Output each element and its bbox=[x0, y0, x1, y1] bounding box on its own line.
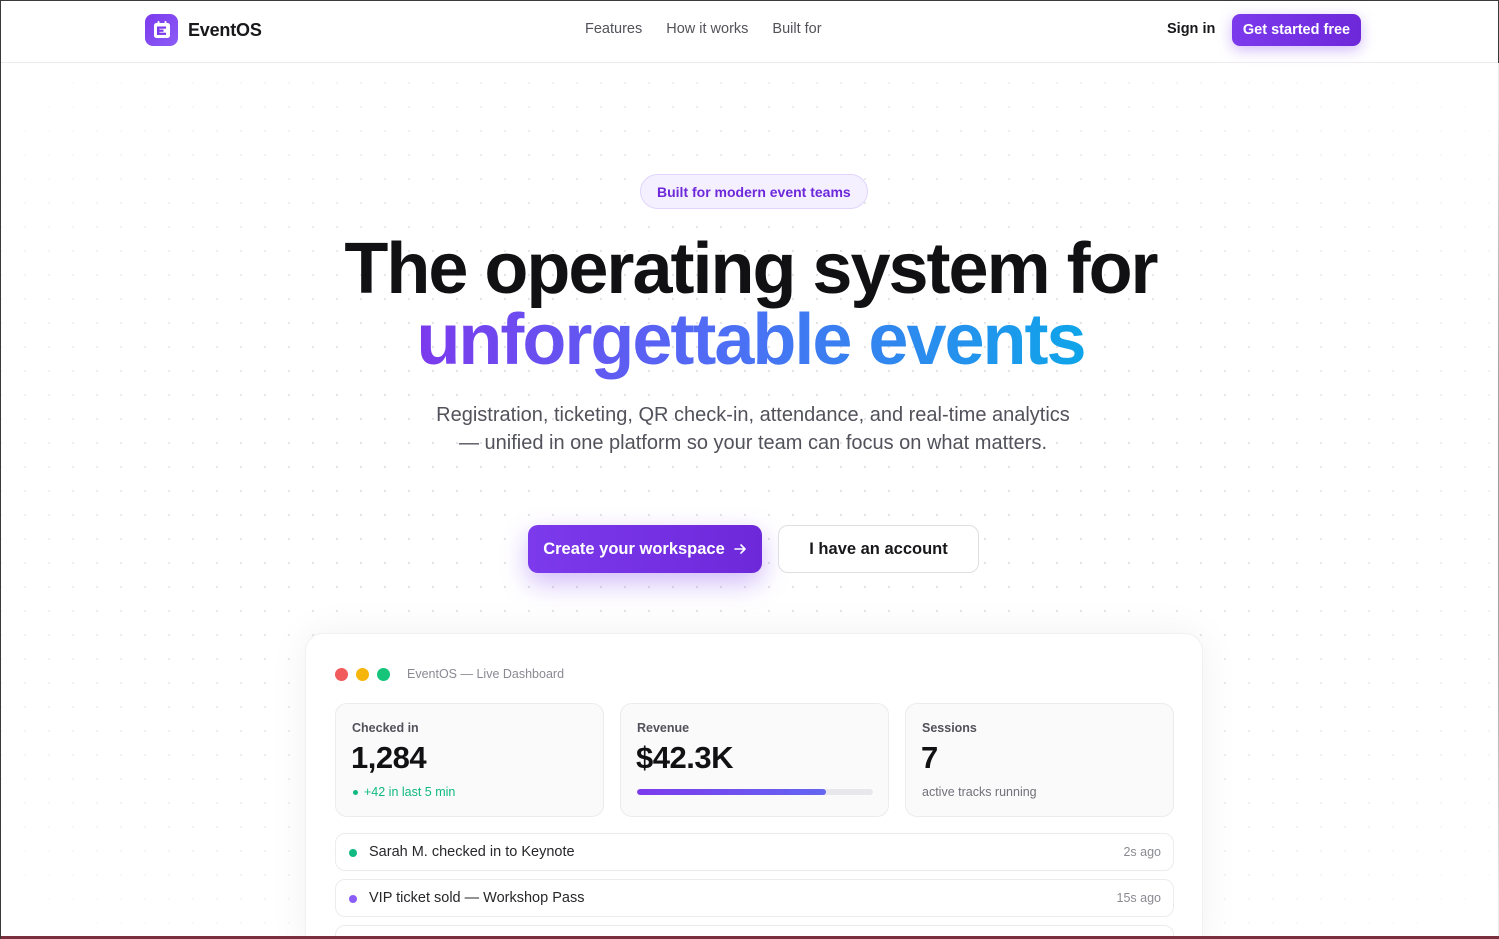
hero-title-line2: unforgettable events bbox=[1, 304, 1499, 376]
activity-feed-item: Sarah M. checked in to Keynote 2s ago bbox=[335, 833, 1174, 871]
card-note: active tracks running bbox=[922, 785, 1037, 799]
hero-subtitle: Registration, ticketing, QR check-in, at… bbox=[436, 404, 1070, 454]
nav-link-how-it-works[interactable]: How it works bbox=[666, 21, 748, 37]
window-maximize-dot bbox=[377, 668, 390, 681]
card-note: +42 in last 5 min bbox=[364, 785, 456, 799]
status-dot-icon bbox=[349, 895, 357, 903]
calendar-logo-icon bbox=[145, 14, 178, 46]
nav-links: Features How it works Built for bbox=[585, 21, 822, 37]
activity-text: VIP ticket sold — Workshop Pass bbox=[369, 890, 585, 906]
arrow-right-icon bbox=[733, 544, 746, 554]
window-minimize-dot bbox=[356, 668, 369, 681]
nav-link-built-for[interactable]: Built for bbox=[772, 21, 821, 37]
card-label: Sessions bbox=[922, 721, 977, 735]
status-dot-icon bbox=[349, 849, 357, 857]
card-label: Revenue bbox=[637, 721, 690, 735]
card-label: Checked in bbox=[352, 721, 419, 735]
sign-in-link[interactable]: Sign in bbox=[1167, 21, 1215, 37]
revenue-card: Revenue $42.3K bbox=[620, 703, 889, 817]
card-value: 1,284 bbox=[351, 740, 427, 775]
hero-title-line1: The operating system for bbox=[344, 229, 1158, 309]
brand-name: EventOS bbox=[188, 19, 262, 40]
brand-logo[interactable]: EventOS bbox=[145, 14, 262, 46]
window-controls bbox=[335, 668, 390, 681]
live-dot-icon bbox=[353, 790, 358, 795]
hero-badge: Built for modern event teams bbox=[640, 174, 868, 209]
nav-link-features[interactable]: Features bbox=[585, 21, 642, 37]
top-navbar: EventOS Features How it works Built for … bbox=[1, 1, 1498, 63]
create-workspace-label: Create your workspace bbox=[543, 539, 725, 558]
window-close-dot bbox=[335, 668, 348, 681]
activity-time: 15s ago bbox=[1116, 891, 1161, 905]
activity-text: Sarah M. checked in to Keynote bbox=[369, 844, 575, 860]
card-value: $42.3K bbox=[636, 740, 733, 775]
create-workspace-button[interactable]: Create your workspace bbox=[528, 525, 762, 573]
sessions-card: Sessions 7 active tracks running bbox=[905, 703, 1174, 817]
activity-feed-item: VIP ticket sold — Workshop Pass 15s ago bbox=[335, 879, 1174, 917]
card-value: 7 bbox=[921, 740, 938, 775]
get-started-button[interactable]: Get started free bbox=[1232, 14, 1361, 46]
activity-time: 2s ago bbox=[1123, 845, 1161, 859]
dashboard-window-title: EventOS — Live Dashboard bbox=[407, 667, 565, 681]
checked-in-card: Checked in 1,284 +42 in last 5 min bbox=[335, 703, 604, 817]
hero-title-gradient: unforgettable events bbox=[416, 300, 1086, 390]
have-account-button[interactable]: I have an account bbox=[778, 525, 979, 573]
revenue-progress-bar bbox=[637, 789, 873, 795]
dashboard-preview: EventOS — Live Dashboard Checked in 1,28… bbox=[305, 633, 1203, 939]
revenue-progress-fill bbox=[637, 789, 826, 795]
